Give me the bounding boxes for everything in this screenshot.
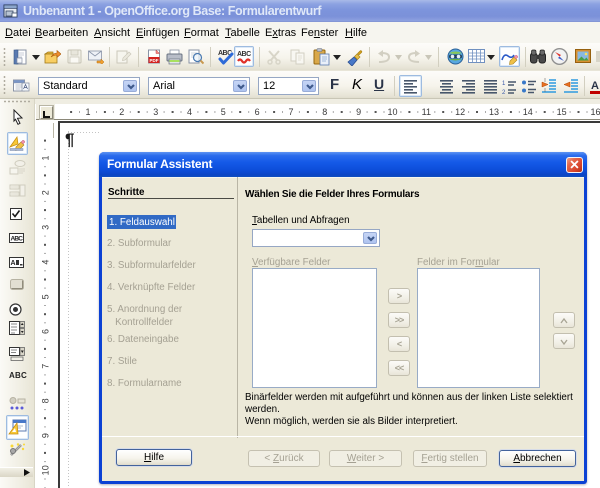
svg-text:1: 1 xyxy=(502,81,506,87)
svg-text:10: 10 xyxy=(40,465,50,475)
svg-text:6: 6 xyxy=(255,107,260,117)
svg-text:4: 4 xyxy=(187,107,192,117)
svg-text:ABC: ABC xyxy=(237,51,251,58)
svg-text:1: 1 xyxy=(40,155,50,160)
svg-text:2: 2 xyxy=(40,190,50,195)
svg-text:15: 15 xyxy=(557,107,567,117)
svg-text:5: 5 xyxy=(221,107,226,117)
svg-text:7: 7 xyxy=(288,107,293,117)
svg-text:8: 8 xyxy=(322,107,327,117)
svg-text:A: A xyxy=(591,80,599,92)
svg-text:3: 3 xyxy=(153,107,158,117)
svg-text:5: 5 xyxy=(40,294,50,299)
svg-text:12: 12 xyxy=(455,107,465,117)
svg-text:2: 2 xyxy=(119,107,124,117)
svg-text:4: 4 xyxy=(40,260,50,265)
svg-text:9: 9 xyxy=(40,433,50,438)
svg-text:14: 14 xyxy=(523,107,533,117)
svg-text:13: 13 xyxy=(489,107,499,117)
svg-text:2: 2 xyxy=(502,90,506,95)
svg-text:11: 11 xyxy=(422,107,431,117)
svg-text:A: A xyxy=(11,260,16,267)
svg-text:9: 9 xyxy=(356,107,361,117)
svg-text:8: 8 xyxy=(40,398,50,403)
svg-text:10: 10 xyxy=(387,107,397,117)
svg-text:ABC: ABC xyxy=(11,236,24,243)
svg-text:7: 7 xyxy=(40,364,50,369)
svg-text:3: 3 xyxy=(40,225,50,230)
svg-text:1: 1 xyxy=(85,107,90,117)
svg-text:16: 16 xyxy=(590,107,600,117)
svg-text:6: 6 xyxy=(40,329,50,334)
svg-text:PDF: PDF xyxy=(150,58,159,63)
